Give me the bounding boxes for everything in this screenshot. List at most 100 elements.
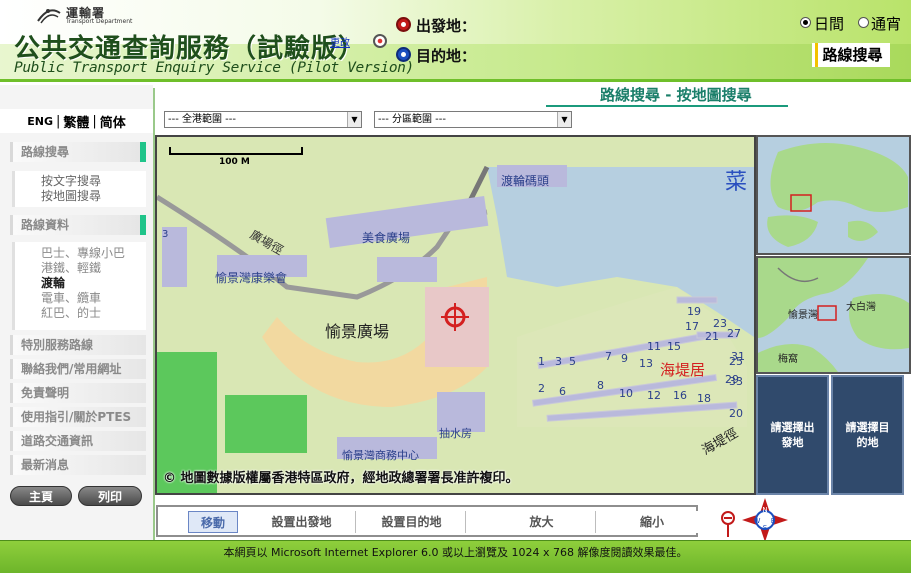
route-search-button[interactable]: 路線搜尋 [812, 43, 890, 67]
sidebar-item-contact-us[interactable]: 聯絡我們/常用網址 [10, 359, 146, 379]
choose-destination-text: 請選擇目的地 [845, 421, 890, 449]
map-copyright: © 地圖數據版權屬香港特區政府，經地政總署署長准許複印。 [163, 471, 519, 486]
sidebar-item-guide[interactable]: 使用指引/關於PTES [10, 407, 146, 427]
zoom-overview-canvas: 愉景灣 大白灣 梅窩 [758, 258, 909, 372]
building-number: 27 [727, 327, 741, 340]
origin-label: 出發地： [416, 17, 477, 35]
swap-icon[interactable] [373, 34, 387, 48]
map-label-sea-view-house: 海堤居 [660, 361, 705, 379]
sidebar-item-route-info[interactable]: 路線資料 [10, 215, 146, 235]
building-number: 12 [647, 389, 661, 402]
night-radio[interactable] [858, 17, 869, 28]
sidebar-item-ferry[interactable]: 渡輪 [41, 276, 146, 291]
change-link[interactable]: 更改 [330, 34, 350, 49]
building-number: 2 [538, 382, 545, 395]
building-number: 3 [555, 355, 562, 368]
building-number: 1 [538, 355, 545, 368]
page-header: 運輸署 Transport Department 公共交通查詢服務（試驗版） P… [0, 0, 911, 82]
compass-e: E [771, 517, 775, 525]
building-number: 9 [621, 352, 628, 365]
building-number: 23 [713, 317, 727, 330]
map-label-vegetable: 菜 [725, 170, 747, 195]
district-select-value: --- 全港範圍 --- [168, 114, 237, 125]
street-map[interactable]: 渡輪碼頭 美食廣場 愉景灣康樂會 廣場徑 愉景廣場 海堤居 海堤徑 抽水房 愉景… [155, 135, 756, 495]
lang-simp-link[interactable]: 简体 [97, 112, 129, 131]
choose-destination-label: 請選擇目的地 [843, 420, 893, 450]
building-number: 6 [559, 385, 566, 398]
night-radio-label[interactable]: 通宵 [871, 13, 901, 34]
language-switcher: ENG | 繁體 | 简体 [0, 109, 153, 133]
zoom-overview-map[interactable]: 愉景灣 大白灣 梅窩 [756, 256, 911, 374]
building-number: 18 [697, 392, 711, 405]
title-underline [546, 105, 788, 107]
scale-bar [169, 147, 303, 155]
map-label-business-centre: 愉景灣商務中心 [342, 448, 419, 462]
page-footer: 本網頁以 Microsoft Internet Explorer 6.0 或以上… [0, 540, 911, 573]
sidebar-item-traffic-info[interactable]: 道路交通資訊 [10, 431, 146, 451]
page-title: 路線搜尋 - 按地圖搜尋 [600, 86, 752, 104]
sidebar-item-disclaimer[interactable]: 免責聲明 [10, 383, 146, 403]
route-search-submenu: 按文字搜尋 按地圖搜尋 [12, 171, 146, 207]
choose-origin-panel[interactable]: 請選擇出發地 [756, 375, 829, 495]
map-label-pump-house: 抽水房 [439, 426, 472, 440]
map-label-clubhouse: 愉景灣康樂會 [215, 270, 287, 285]
chevron-down-icon[interactable]: ▼ [557, 112, 571, 127]
day-radio-label[interactable]: 日間 [814, 13, 844, 34]
compass-w: W [754, 517, 761, 525]
sidebar-item-special-routes[interactable]: 特別服務路線 [10, 335, 146, 355]
compass-s: S [763, 524, 768, 532]
scale-label: 100 M [219, 157, 250, 167]
map-canvas[interactable]: 渡輪碼頭 美食廣場 愉景灣康樂會 廣場徑 愉景廣場 海堤居 海堤徑 抽水房 愉景… [157, 137, 754, 493]
compass-icon[interactable]: N E S W [740, 496, 790, 544]
sidebar-item-mtr[interactable]: 港鐵、輕鐵 [41, 261, 146, 276]
sidebar-item-bus[interactable]: 巴士、專線小巴 [41, 246, 146, 261]
building-number: 10 [619, 387, 633, 400]
building-number: 21 [705, 330, 719, 343]
overview-map[interactable] [756, 135, 911, 255]
set-origin-button[interactable]: 設置出發地 [248, 511, 356, 533]
sidebar-item-text-search[interactable]: 按文字搜尋 [41, 174, 146, 189]
sidebar-item-minibus-taxi[interactable]: 紅巴、的士 [41, 306, 146, 321]
route-info-submenu: 巴士、專線小巴 港鐵、輕鐵 渡輪 電車、纜車 紅巴、的士 [12, 242, 146, 330]
map-label-plaza: 愉景廣場 [325, 322, 389, 341]
site-title-en: Public Transport Enquiry Service (Pilot … [14, 60, 414, 76]
chevron-down-icon[interactable]: ▼ [347, 112, 361, 127]
zoom-in-button[interactable]: 放大 [488, 511, 596, 533]
building-number: 7 [605, 350, 612, 363]
building-number: 13 [639, 357, 653, 370]
lang-eng-link[interactable]: ENG [24, 115, 56, 128]
zoom-out-button[interactable]: 縮小 [598, 511, 706, 533]
td-logo: 運輸署 Transport Department [36, 3, 136, 27]
pan-button[interactable]: 移動 [188, 511, 238, 533]
day-radio[interactable] [800, 17, 811, 28]
choose-origin-text: 請選擇出發地 [770, 421, 815, 449]
destination-marker-icon [396, 47, 411, 62]
sidebar-item-news[interactable]: 最新消息 [10, 455, 146, 475]
map-toolbar: 移動 設置出發地 設置目的地 放大 縮小 [156, 505, 706, 537]
bus-stop-icon [721, 511, 735, 537]
map-label-side-number: 3 [162, 229, 168, 240]
choose-origin-label: 請選擇出發地 [768, 420, 818, 450]
district-select[interactable]: --- 全港範圍 --- ▼ [164, 111, 362, 128]
choose-destination-panel[interactable]: 請選擇目的地 [831, 375, 904, 495]
sidebar: ENG | 繁體 | 简体 路線搜尋 按文字搜尋 按地圖搜尋 路線資料 巴士、專… [0, 85, 153, 540]
sidebar-item-route-search[interactable]: 路線搜尋 [10, 142, 146, 162]
mini-label-place3: 梅窩 [778, 352, 798, 365]
lang-trad-link[interactable]: 繁體 [60, 112, 92, 131]
print-button[interactable]: 列印 [78, 486, 142, 506]
home-button[interactable]: 主頁 [10, 486, 72, 506]
sidebar-item-tram[interactable]: 電車、纜車 [41, 291, 146, 306]
set-destination-button[interactable]: 設置目的地 [358, 511, 466, 533]
building-number: 11 [647, 340, 661, 353]
sidebar-item-map-search[interactable]: 按地圖搜尋 [41, 189, 146, 204]
viewport-marker [817, 305, 837, 321]
overview-map-canvas [767, 143, 908, 247]
dept-name-en: Transport Department [66, 18, 133, 25]
subdistrict-select[interactable]: --- 分區範圍 --- ▼ [374, 111, 572, 128]
building-number: 31 [731, 350, 745, 363]
building-number: 8 [597, 379, 604, 392]
building-number: 33 [729, 375, 743, 388]
map-label-food-plaza: 美食廣場 [362, 230, 410, 245]
map-label-ferry-pier: 渡輪碼頭 [501, 173, 549, 188]
td-logo-icon [37, 9, 61, 24]
